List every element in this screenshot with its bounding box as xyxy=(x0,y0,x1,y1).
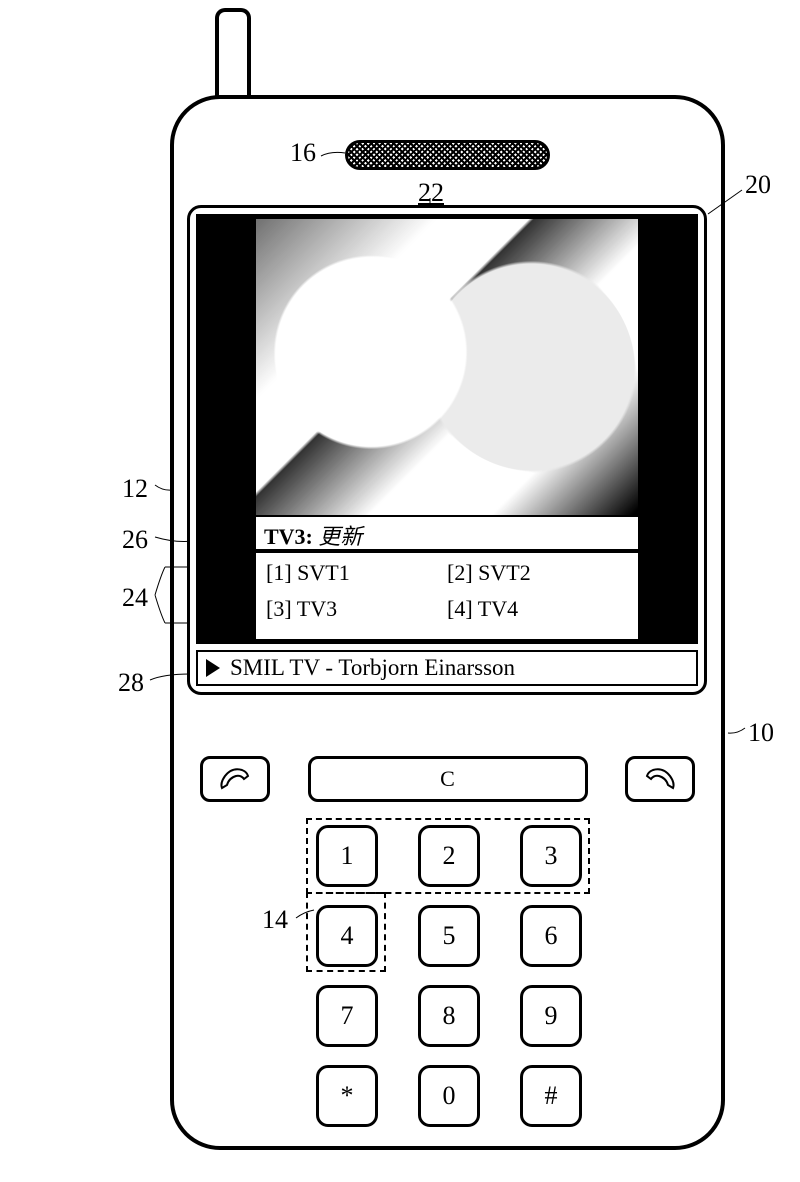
callout-14: 14 xyxy=(262,905,288,935)
channel-item-4[interactable]: [4] TV4 xyxy=(447,596,628,622)
callout-24: 24 xyxy=(122,583,148,613)
key-star[interactable]: * xyxy=(316,1065,378,1127)
callout-22: 22 xyxy=(418,178,444,208)
clear-button-label: C xyxy=(440,766,455,792)
channel-name: SVT2 xyxy=(478,560,531,585)
key-9[interactable]: 9 xyxy=(520,985,582,1047)
key-label: 6 xyxy=(545,921,558,951)
key-label: 8 xyxy=(443,1001,456,1031)
key-label: 5 xyxy=(443,921,456,951)
key-label: 3 xyxy=(545,841,558,871)
channel-idx: [2] xyxy=(447,560,473,585)
key-6[interactable]: 6 xyxy=(520,905,582,967)
key-label: 1 xyxy=(341,841,354,871)
key-3[interactable]: 3 xyxy=(520,825,582,887)
key-0[interactable]: 0 xyxy=(418,1065,480,1127)
device-screen: TV3: 更新 [1] SVT1 [2] SVT2 [3] TV3 [ xyxy=(187,205,707,695)
key-7[interactable]: 7 xyxy=(316,985,378,1047)
video-feed xyxy=(254,217,640,517)
page-root: 16 22 20 12 26 24 28 10 14 TV3: 更新 [1] S… xyxy=(0,0,800,1182)
status-bar: SMIL TV - Torbjorn Einarsson xyxy=(196,650,698,686)
clear-button[interactable]: C xyxy=(308,756,588,802)
channel-idx: [1] xyxy=(266,560,292,585)
key-1[interactable]: 1 xyxy=(316,825,378,887)
call-button[interactable] xyxy=(200,756,270,802)
key-label: 2 xyxy=(443,841,456,871)
key-2[interactable]: 2 xyxy=(418,825,480,887)
channel-item-2[interactable]: [2] SVT2 xyxy=(447,560,628,586)
function-key-row: C xyxy=(200,752,695,806)
key-4[interactable]: 4 xyxy=(316,905,378,967)
status-text: SMIL TV - Torbjorn Einarsson xyxy=(230,655,515,681)
channel-name: TV4 xyxy=(478,596,518,621)
callout-10: 10 xyxy=(748,718,774,748)
key-label: 4 xyxy=(341,921,354,951)
key-8[interactable]: 8 xyxy=(418,985,480,1047)
channel-name: TV3 xyxy=(297,596,337,621)
channel-idx: [4] xyxy=(447,596,473,621)
callout-20: 20 xyxy=(745,170,771,200)
key-label: 0 xyxy=(443,1081,456,1111)
numeric-keypad: 1 2 3 4 5 6 7 8 9 * 0 # xyxy=(314,825,584,1127)
play-icon xyxy=(206,659,220,677)
callout-28: 28 xyxy=(118,668,144,698)
phone-hangup-icon xyxy=(643,764,677,794)
key-label: # xyxy=(545,1081,558,1111)
callout-12: 12 xyxy=(122,474,148,504)
key-label: * xyxy=(341,1081,354,1111)
end-call-button[interactable] xyxy=(625,756,695,802)
ticker-channel: TV3: xyxy=(264,524,313,549)
screen-content-area: TV3: 更新 [1] SVT1 [2] SVT2 [3] TV3 [ xyxy=(196,214,698,644)
channel-item-1[interactable]: [1] SVT1 xyxy=(266,560,447,586)
key-label: 9 xyxy=(545,1001,558,1031)
now-playing-ticker: TV3: 更新 xyxy=(254,517,640,551)
key-hash[interactable]: # xyxy=(520,1065,582,1127)
channel-item-3[interactable]: [3] TV3 xyxy=(266,596,447,622)
channel-idx: [3] xyxy=(266,596,292,621)
ticker-text: 更新 xyxy=(318,524,362,549)
callout-16: 16 xyxy=(290,138,316,168)
key-label: 7 xyxy=(341,1001,354,1031)
channel-list: [1] SVT1 [2] SVT2 [3] TV3 [4] TV4 xyxy=(254,551,640,641)
channel-list-divider xyxy=(256,551,638,553)
key-5[interactable]: 5 xyxy=(418,905,480,967)
callout-26: 26 xyxy=(122,525,148,555)
phone-pickup-icon xyxy=(218,764,252,794)
channel-name: SVT1 xyxy=(297,560,350,585)
